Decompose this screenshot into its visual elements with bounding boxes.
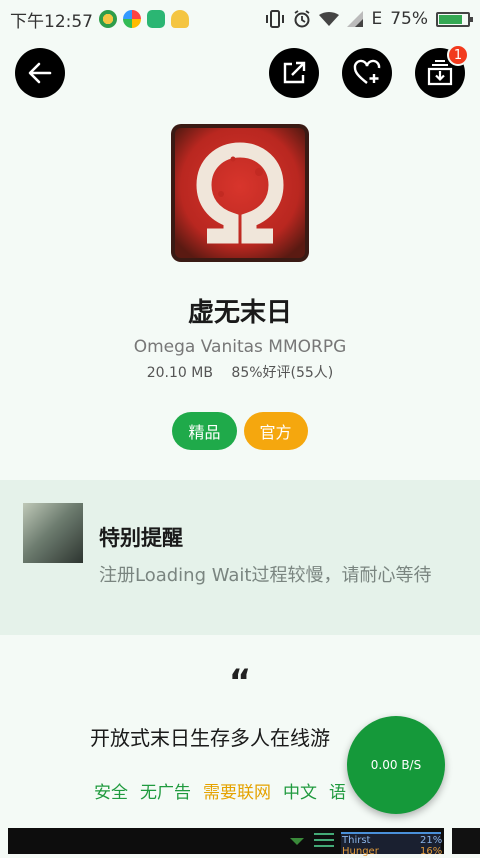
vibrate-icon [266,10,285,28]
app-size: 20.10 MB [146,365,213,381]
tag-official: 官方 [243,412,308,450]
notification-app-icon [171,10,189,28]
feature-safe: 安全 [94,783,128,803]
downloads-button[interactable]: 1 [415,44,469,98]
notice-avatar [23,503,83,563]
status-time: 下午12:57 [10,11,93,32]
stat-hunger-value: 16% [420,846,443,857]
feature-needs-network: 需要联网 [203,783,271,803]
signal-icon [347,11,364,27]
app-subtitle: Omega Vanitas MMORPG [133,337,347,357]
notification-app-icon [123,10,141,28]
omega-logo-icon [175,128,305,258]
notice-card: 特别提醒 注册Loading Wait过程较慢，请耐心等待 [0,480,480,635]
stat-hunger-label: Hunger [342,846,379,857]
feature-no-ads: 无广告 [140,783,191,803]
heart-plus-icon [353,59,381,84]
feature-chinese: 中文 [283,783,317,803]
app-icon [171,124,309,262]
app-description: 开放式末日生存多人在线游 [90,726,330,750]
tag-list: 精品 官方 [0,412,480,450]
app-title: 虚无末日 [187,298,292,328]
battery-percent: 75% [390,9,428,29]
network-type: E [371,9,383,29]
notice-body: 注册Loading Wait过程较慢，请耐心等待 [99,565,432,586]
favorite-button[interactable] [342,48,392,98]
screenshot-preview-next[interactable] [452,828,480,854]
notification-app-icon [99,10,117,28]
stat-thirst-label: Thirst [342,835,371,846]
notice-title: 特别提醒 [99,526,183,550]
stat-thirst-value: 21% [420,835,443,846]
wifi-icon [319,11,340,26]
tag-featured: 精品 [172,412,237,450]
gamepad-icon [147,10,165,28]
screenshot-preview[interactable]: Thirst 21% Hunger 16% [8,828,444,857]
status-bar: 下午12:57 E 75% [0,0,480,38]
external-share-icon [283,61,306,84]
battery-icon [436,11,473,27]
app-rating: 85%好评(55人) [231,365,334,381]
quote-mark: “ [228,662,252,702]
app-meta: 20.10 MB 85%好评(55人) [0,362,480,382]
arrow-left-icon [28,62,52,84]
back-button[interactable] [15,48,65,98]
alarm-icon [294,10,310,28]
feature-list: 安全 无广告 需要联网 中文 语 [94,778,346,803]
download-speed-button[interactable]: 0.00 B/S [347,716,445,814]
feature-language: 语 [329,783,346,803]
download-count-badge: 1 [447,44,469,66]
share-button[interactable] [269,48,319,98]
